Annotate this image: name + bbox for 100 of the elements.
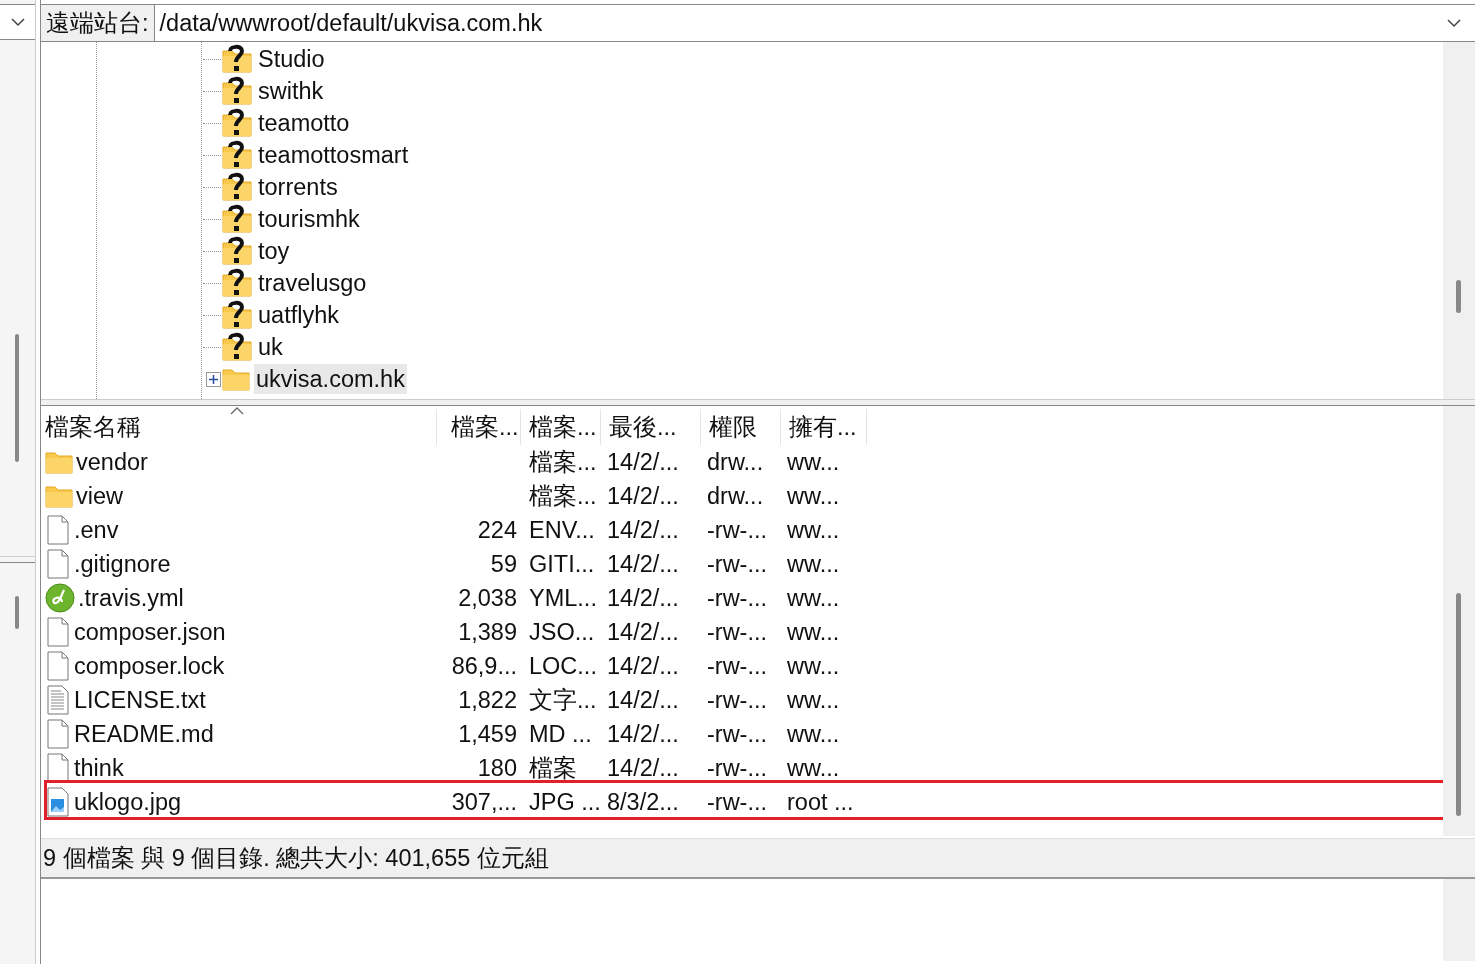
column-header[interactable]: 最後... (601, 409, 701, 445)
table-cell: 14/2/... (607, 686, 679, 714)
table-cell: drw... (707, 482, 764, 510)
table-cell: 1,459 (458, 720, 517, 748)
table-cell: ww... (787, 720, 840, 748)
column-header[interactable]: 擁有... (781, 409, 867, 445)
table-cell: -rw-... (707, 584, 768, 612)
file-name: .travis.yml (78, 584, 184, 612)
table-cell: 86,9... (451, 652, 517, 680)
question-folder-icon (222, 235, 252, 267)
folder-icon (45, 484, 73, 508)
table-cell-text: 文字... (529, 686, 597, 715)
table-cell: 224 (477, 516, 517, 544)
file-icon (45, 753, 71, 783)
column-header[interactable]: 權限 (701, 409, 781, 445)
column-header[interactable]: 檔案... (521, 409, 601, 445)
table-cell-text: 檔案... (529, 482, 597, 511)
question-folder-icon (222, 75, 252, 107)
table-cell: 14/2/... (607, 720, 679, 748)
table-cell: ww... (787, 516, 840, 544)
tree-item[interactable]: uk (256, 332, 285, 362)
table-cell: -rw-... (707, 686, 768, 714)
table-cell: 14/2/... (607, 482, 679, 510)
scrollbar-thumb[interactable] (15, 334, 19, 462)
question-folder-icon (222, 299, 252, 331)
table-cell: ww... (787, 618, 840, 646)
table-cell: GITI... (529, 550, 595, 578)
table-cell-text: 檔案... (529, 448, 597, 477)
table-cell: 14/2/... (607, 516, 679, 544)
table-cell: 8/3/2... (607, 788, 679, 816)
expand-icon[interactable] (206, 371, 221, 387)
question-folder-icon (222, 139, 252, 171)
table-cell: ww... (787, 754, 840, 782)
column-header[interactable]: 檔案... (437, 409, 521, 445)
scrollbar-thumb[interactable] (15, 596, 19, 629)
file-icon (45, 719, 71, 749)
file-name: vendor (76, 448, 148, 476)
folder-icon (222, 367, 250, 391)
table-cell: 1,389 (458, 618, 517, 646)
address-label: 遠端站台: (41, 5, 155, 41)
table-cell: drw... (707, 448, 764, 476)
scrollbar-thumb[interactable] (1456, 280, 1461, 313)
question-folder-icon (222, 107, 252, 139)
file-name: README.md (74, 720, 214, 748)
table-cell: 1,822 (458, 686, 517, 714)
tree-item[interactable]: toy (256, 236, 292, 266)
file-name: view (76, 482, 123, 510)
table-cell: 14/2/... (607, 618, 679, 646)
question-folder-icon (222, 267, 252, 299)
file-name: think (74, 754, 124, 782)
tree-item[interactable]: torrents (256, 172, 340, 202)
tree-item[interactable]: ukvisa.com.hk (254, 364, 407, 394)
file-icon (45, 651, 71, 681)
file-name: composer.lock (74, 652, 225, 680)
table-cell: JSO... (529, 618, 595, 646)
table-cell: 14/2/... (607, 550, 679, 578)
table-cell: -rw-... (707, 720, 768, 748)
question-folder-icon (222, 331, 252, 363)
table-cell: ww... (787, 550, 840, 578)
tree-item[interactable]: swithk (256, 76, 326, 106)
table-cell: ww... (787, 482, 840, 510)
text-file-icon (45, 685, 71, 715)
pane-splitter[interactable] (41, 399, 1475, 406)
table-cell: -rw-... (707, 652, 768, 680)
chevron-down-icon[interactable] (10, 17, 25, 27)
table-cell: 14/2/... (607, 584, 679, 612)
table-cell: JPG ... (529, 788, 601, 816)
table-cell: 180 (477, 754, 517, 782)
question-folder-icon (222, 43, 252, 75)
folder-icon (45, 450, 73, 474)
file-icon (45, 515, 71, 545)
table-cell: 2,038 (458, 584, 517, 612)
table-cell: -rw-... (707, 550, 768, 578)
table-cell: 14/2/... (607, 652, 679, 680)
tree-item[interactable]: travelusgo (256, 268, 369, 298)
pane-splitter[interactable] (0, 556, 35, 563)
tree-item[interactable]: teamotto (256, 108, 352, 138)
chevron-down-icon[interactable] (1447, 18, 1461, 28)
tree-item[interactable]: teamottosmart (256, 140, 411, 170)
tree-item[interactable]: Studio (256, 44, 327, 74)
question-folder-icon (222, 171, 252, 203)
scrollbar-thumb[interactable] (1456, 593, 1461, 816)
file-name: LICENSE.txt (74, 686, 206, 714)
table-cell: -rw-... (707, 788, 768, 816)
table-cell: ww... (787, 448, 840, 476)
table-cell: root ... (787, 788, 854, 816)
table-cell: -rw-... (707, 618, 768, 646)
table-cell: ww... (787, 686, 840, 714)
table-cell: -rw-... (707, 516, 768, 544)
file-name: composer.json (74, 618, 226, 646)
tree-item[interactable]: uatflyhk (256, 300, 341, 330)
tree-item[interactable]: tourismhk (256, 204, 362, 234)
file-name: .env (74, 516, 119, 544)
table-cell: MD ... (529, 720, 592, 748)
table-cell: 14/2/... (607, 448, 679, 476)
table-cell: 307,... (451, 788, 517, 816)
column-header[interactable]: 檔案名稱 (41, 409, 437, 445)
table-cell: ENV... (529, 516, 595, 544)
table-cell: 14/2/... (607, 754, 679, 782)
question-folder-icon (222, 203, 252, 235)
